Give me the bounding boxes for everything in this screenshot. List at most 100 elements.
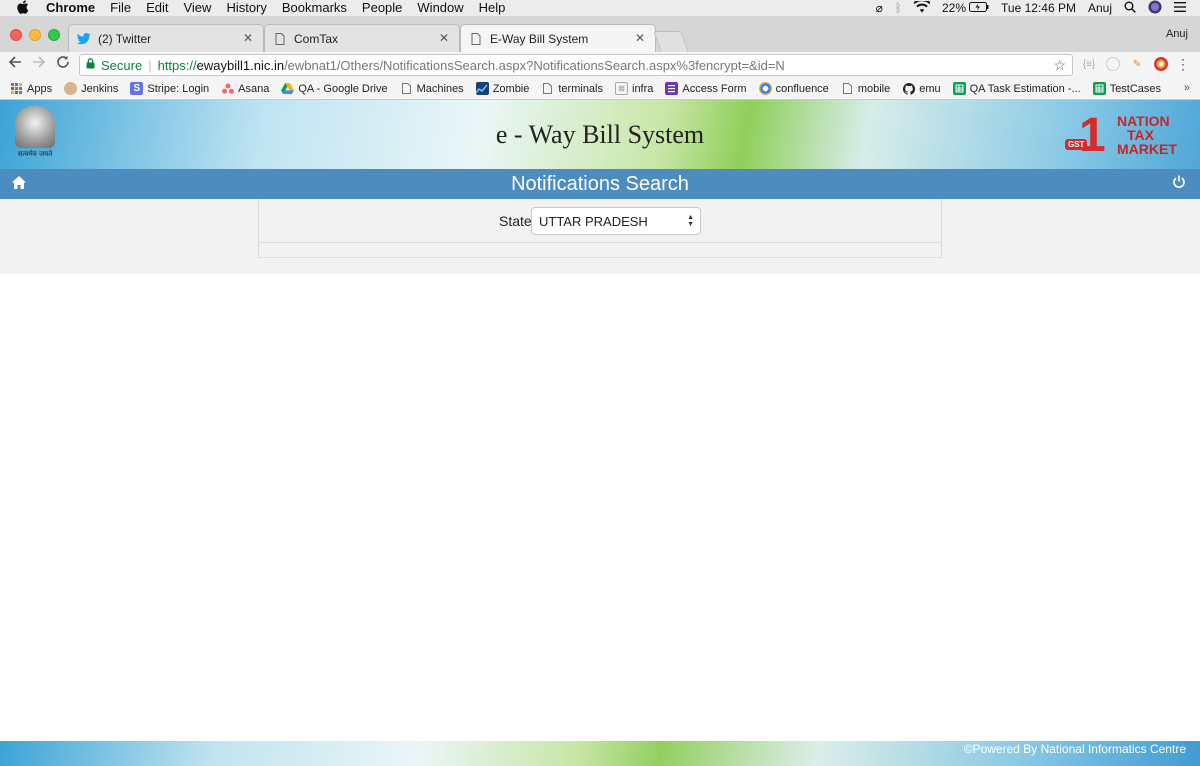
page-icon xyxy=(841,82,854,95)
spotlight-search-icon[interactable] xyxy=(1124,1,1136,16)
bookmark-mobile[interactable]: mobile xyxy=(841,82,890,95)
menu-file[interactable]: File xyxy=(110,0,131,16)
sheets-icon xyxy=(1092,82,1106,95)
bookmark-label: Apps xyxy=(27,82,53,95)
tab-close-icon[interactable]: ✕ xyxy=(635,31,645,45)
panel-divider xyxy=(259,242,941,243)
forward-arrow-icon[interactable] xyxy=(32,55,46,74)
window-close-button[interactable] xyxy=(10,29,22,41)
tab-close-icon[interactable]: ✕ xyxy=(243,31,253,45)
site-title: e - Way Bill System xyxy=(495,120,705,149)
bookmark-access-form[interactable]: Access Form xyxy=(665,82,747,95)
page-icon xyxy=(469,32,483,46)
state-label: State xyxy=(499,213,532,229)
menubar-user[interactable]: Anuj xyxy=(1088,1,1112,15)
json-extension-icon[interactable]: {≡} xyxy=(1082,57,1096,71)
bookmark-star-icon[interactable]: ☆ xyxy=(1053,57,1066,74)
chart-icon xyxy=(475,82,489,95)
new-tab-button[interactable] xyxy=(653,31,689,52)
state-selected-value: UTTAR PRADESH xyxy=(539,213,648,229)
tab-label: ComTax xyxy=(294,31,339,46)
menu-edit[interactable]: Edit xyxy=(146,0,168,16)
chrome-extension-icon[interactable] xyxy=(1154,57,1168,71)
page-title: Notifications Search xyxy=(511,173,689,195)
bookmark-label: Stripe: Login xyxy=(147,82,210,95)
menu-window[interactable]: Window xyxy=(417,0,463,16)
bookmark-machines[interactable]: Machines xyxy=(400,82,464,95)
gst-nation-tax-market-logo: 1 GST NATION TAX MARKET xyxy=(1059,112,1194,160)
macos-menubar: Chrome File Edit View History Bookmarks … xyxy=(0,0,1200,16)
address-bar[interactable]: Secure | https:// ewaybill1.nic.in /ewbn… xyxy=(79,54,1073,76)
bookmark-label: confluence xyxy=(775,82,829,95)
bluetooth-icon[interactable]: ᛒ xyxy=(895,1,902,15)
bookmark-infra[interactable]: ⊠ infra xyxy=(615,82,653,95)
back-arrow-icon[interactable] xyxy=(8,55,22,74)
bookmarks-overflow-icon[interactable]: » xyxy=(1184,82,1190,94)
tab-label: (2) Twitter xyxy=(98,31,152,46)
menu-history[interactable]: History xyxy=(226,0,266,16)
window-zoom-button[interactable] xyxy=(48,29,60,41)
tab-label: E-Way Bill System xyxy=(490,31,589,46)
notifications-search-panel: State UTTAR PRADESH ▲ ▼ xyxy=(258,199,942,258)
url-host: ewaybill1.nic.in xyxy=(196,57,285,73)
bookmark-terminals[interactable]: terminals xyxy=(541,82,603,95)
apps-grid-icon xyxy=(10,82,23,95)
notification-center-icon[interactable] xyxy=(1174,1,1186,15)
bookmark-asana[interactable]: Asana xyxy=(221,82,269,95)
bookmark-confluence[interactable]: confluence xyxy=(758,82,829,95)
tab-close-icon[interactable]: ✕ xyxy=(439,31,449,45)
bookmark-jenkins[interactable]: Jenkins xyxy=(64,82,118,95)
secure-label[interactable]: Secure xyxy=(101,58,142,73)
bookmark-label: QA Task Estimation -... xyxy=(969,82,1081,95)
menu-bookmarks[interactable]: Bookmarks xyxy=(282,0,347,16)
bookmark-label: TestCases xyxy=(1109,82,1162,95)
menubar-clock[interactable]: Tue 12:46 PM xyxy=(1001,1,1076,15)
bookmark-label: Zombie xyxy=(492,82,530,95)
menu-help[interactable]: Help xyxy=(479,0,506,16)
select-arrows-icon: ▲ ▼ xyxy=(687,214,694,228)
bookmark-label: Access Form xyxy=(682,82,747,95)
confluence-icon xyxy=(758,82,772,95)
browser-tab-strip: (2) Twitter ✕ ComTax ✕ E-Way Bill System… xyxy=(0,16,1200,52)
bookmark-label: mobile xyxy=(857,82,891,95)
profile-name[interactable]: Anuj xyxy=(1166,28,1188,40)
chrome-menu-icon[interactable]: ⋮ xyxy=(1176,56,1190,73)
bookmark-qa-task-estimation[interactable]: QA Task Estimation -... xyxy=(952,82,1081,95)
bookmark-label: Machines xyxy=(416,82,464,95)
apple-icon[interactable] xyxy=(16,0,30,17)
battery-icon[interactable] xyxy=(969,1,989,15)
bookmark-apps[interactable]: Apps xyxy=(10,82,52,95)
blocked-extension-icon[interactable] xyxy=(1106,57,1120,71)
menu-app-name[interactable]: Chrome xyxy=(46,0,95,16)
page-scrollbar[interactable] xyxy=(1192,199,1200,740)
wifi-icon[interactable] xyxy=(913,0,931,16)
tab-comtax[interactable]: ComTax ✕ xyxy=(264,24,460,52)
github-icon xyxy=(902,82,915,95)
state-select[interactable]: UTTAR PRADESH ▲ ▼ xyxy=(531,207,701,235)
reload-icon[interactable] xyxy=(56,55,70,74)
power-logout-icon[interactable] xyxy=(1172,175,1188,191)
window-minimize-button[interactable] xyxy=(29,29,41,41)
lock-icon[interactable] xyxy=(86,58,95,72)
bookmark-testcases[interactable]: TestCases xyxy=(1092,82,1162,95)
page-icon xyxy=(273,32,287,46)
bookmark-zombie[interactable]: Zombie xyxy=(475,82,530,95)
tab-twitter[interactable]: (2) Twitter ✕ xyxy=(68,24,264,52)
bookmark-label: Asana xyxy=(238,82,270,95)
bookmark-label: infra xyxy=(632,82,654,95)
gst-tag: GST xyxy=(1065,139,1088,150)
siri-icon[interactable] xyxy=(1148,0,1162,17)
url-scheme: https:// xyxy=(157,57,197,73)
bookmark-stripe[interactable]: S Stripe: Login xyxy=(130,82,209,95)
twitter-bird-icon xyxy=(77,32,91,46)
google-drive-icon xyxy=(281,82,295,95)
page-icon xyxy=(400,82,413,95)
bookmark-google-drive[interactable]: QA - Google Drive xyxy=(281,82,388,95)
menu-people[interactable]: People xyxy=(362,0,402,16)
tab-eway-bill-active[interactable]: E-Way Bill System ✕ xyxy=(460,24,656,52)
menu-view[interactable]: View xyxy=(183,0,211,16)
bookmark-emu[interactable]: emu xyxy=(902,82,941,95)
emblem-motto: सत्यमेव जयते xyxy=(17,150,53,158)
feather-extension-icon[interactable]: ✎ xyxy=(1130,57,1144,71)
paperclip-icon[interactable]: ⌀ xyxy=(876,1,883,15)
